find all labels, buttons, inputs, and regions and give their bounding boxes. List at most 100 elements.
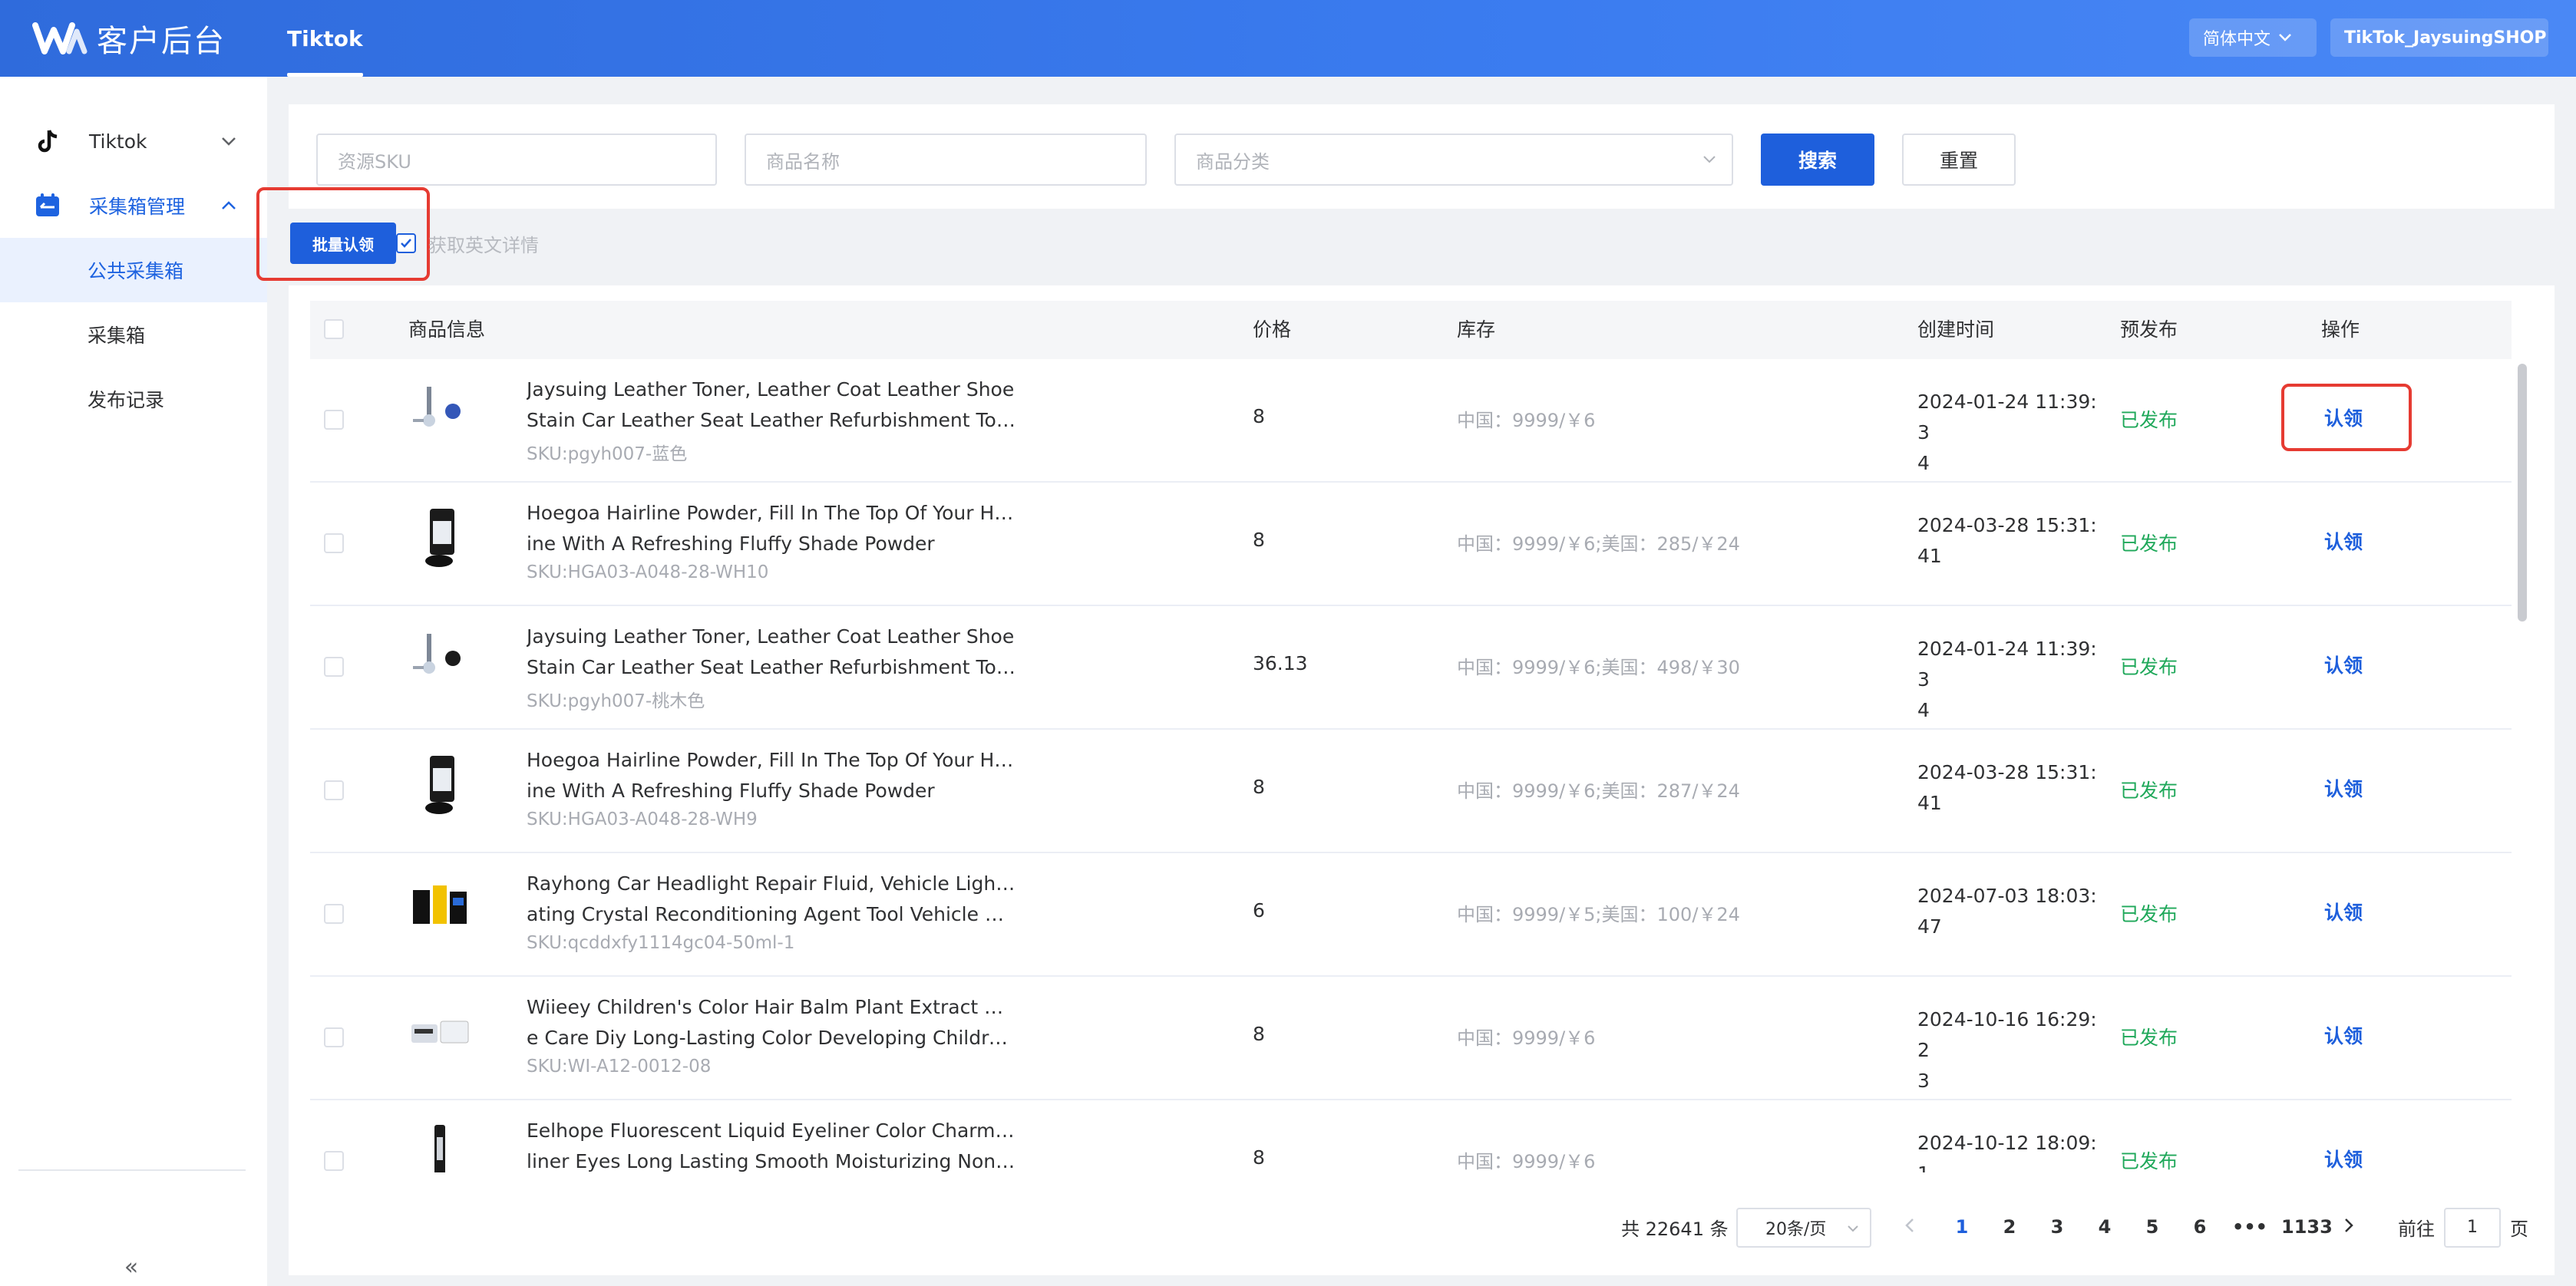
column-header-product: 商品信息 <box>408 318 486 341</box>
goto-label: 前往 <box>2398 1218 2435 1240</box>
pagination-total: 共 22641 条 <box>1621 1218 1729 1240</box>
sidebar-item-label: 采集箱管理 <box>89 196 186 218</box>
page-size-select[interactable]: 20条/页 <box>1736 1208 1871 1248</box>
category-select[interactable]: 商品分类 <box>1174 134 1733 186</box>
status-badge: 已发布 <box>2120 533 2178 555</box>
product-name-line: Rayhong Car Headlight Repair Fluid, Vehi… <box>527 872 1018 895</box>
claim-button[interactable]: 认领 <box>2324 651 2363 678</box>
product-name-line: ine With A Refreshing Fluffy Shade Powde… <box>527 533 935 555</box>
product-name[interactable]: Wiieey Children's Color Hair Balm Plant … <box>527 992 1018 1054</box>
status-badge: 已发布 <box>2120 409 2178 431</box>
page-unit-label: 页 <box>2510 1218 2528 1240</box>
claim-button[interactable]: 认领 <box>2324 774 2363 802</box>
chevron-left-icon <box>1905 1218 1914 1232</box>
page-1[interactable]: 1 <box>1947 1211 1977 1243</box>
product-sku: SKU:pgyh007-桃木色 <box>527 691 705 711</box>
product-stock: 中国：9999/￥6;美国：287/￥24 <box>1457 780 1740 802</box>
claim-button[interactable]: 认领 <box>2324 1021 2363 1049</box>
product-name[interactable]: Jaysuing Leather Toner, Leather Coat Lea… <box>527 374 1018 436</box>
row-checkbox[interactable] <box>324 904 344 924</box>
table-row: Hoegoa Hairline Powder, Fill In The Top … <box>310 483 2512 606</box>
product-name-line: ating Crystal Reconditioning Agent Tool … <box>527 903 1018 925</box>
app-logo[interactable]: 客户后台 <box>32 17 226 60</box>
reset-button[interactable]: 重置 <box>1902 134 2016 186</box>
language-select[interactable]: 简体中文 <box>2189 18 2317 57</box>
english-detail-checkbox[interactable] <box>396 233 416 253</box>
row-checkbox[interactable] <box>324 657 344 677</box>
column-header-prepublish: 预发布 <box>2120 318 2178 341</box>
column-header-actions: 操作 <box>2321 318 2360 341</box>
product-price: 8 <box>1253 529 1265 551</box>
table-row: Jaysuing Leather Toner, Leather Coat Lea… <box>310 606 2512 730</box>
table-row: Rayhong Car Headlight Repair Fluid, Vehi… <box>310 853 2512 977</box>
chevron-right-icon <box>2345 1218 2353 1232</box>
pagination-ellipsis[interactable]: ••• <box>2232 1211 2267 1243</box>
page-last[interactable]: 1133 <box>2281 1211 2333 1243</box>
sidebar-item-tiktok[interactable]: Tiktok <box>0 109 267 173</box>
product-name[interactable]: Hoegoa Hairline Powder, Fill In The Top … <box>527 498 1018 559</box>
created-time: 2024-03-28 15:31: 41 <box>1917 757 2102 819</box>
claim-button[interactable]: 认领 <box>2324 898 2363 925</box>
prev-page-button[interactable] <box>1894 1211 1925 1243</box>
product-name[interactable]: Eelhope Fluorescent Liquid Eyeliner Colo… <box>527 1116 1018 1172</box>
product-name[interactable]: Jaysuing Leather Toner, Leather Coat Lea… <box>527 622 1018 683</box>
created-time-line: 4 <box>1917 452 1930 474</box>
collapse-sidebar-button[interactable]: « <box>120 1256 143 1281</box>
page-3[interactable]: 3 <box>2042 1211 2072 1243</box>
product-price: 8 <box>1253 405 1265 427</box>
chevron-up-icon <box>222 201 236 209</box>
product-price: 8 <box>1253 1146 1265 1169</box>
product-sku: SKU:qcddxfy1114gc04-50ml-1 <box>527 933 795 953</box>
product-price: 8 <box>1253 776 1265 798</box>
sidebar-item-publish-records[interactable]: 发布记录 <box>0 367 267 431</box>
product-stock: 中国：9999/￥6 <box>1457 1151 1596 1172</box>
product-price: 36.13 <box>1253 652 1308 674</box>
search-button[interactable]: 搜索 <box>1761 134 1874 186</box>
page-4[interactable]: 4 <box>2089 1211 2120 1243</box>
sidebar-item-collect-manage[interactable]: 采集箱管理 <box>0 173 267 238</box>
logo-icon <box>32 22 88 54</box>
shop-select[interactable]: TikTok_JaysuingSHOP <box>2330 18 2548 57</box>
row-checkbox[interactable] <box>324 533 344 553</box>
product-name-line: Jaysuing Leather Toner, Leather Coat Lea… <box>527 378 1015 401</box>
batch-claim-button[interactable]: 批量认领 <box>290 223 396 264</box>
sku-input[interactable]: 资源SKU <box>316 134 717 186</box>
row-checkbox[interactable] <box>324 1151 344 1171</box>
product-sku: SKU:HGA03-A048-28-WH10 <box>527 562 769 582</box>
created-time-line: 2024-01-24 11:39:3 <box>1917 638 2097 691</box>
product-name-input[interactable]: 商品名称 <box>745 134 1147 186</box>
product-sku: SKU:HGA03-A048-28-WH9 <box>527 810 758 829</box>
sidebar-item-collect-box[interactable]: 采集箱 <box>0 302 267 367</box>
tiktok-icon <box>38 130 58 153</box>
page-5[interactable]: 5 <box>2137 1211 2168 1243</box>
sidebar-item-public-collect-box[interactable]: 公共采集箱 <box>0 238 267 302</box>
created-time-line: 41 <box>1917 545 1942 567</box>
table-header: 商品信息 价格 库存 创建时间 预发布 操作 <box>310 301 2512 359</box>
created-time: 2024-10-12 18:09:1 <box>1917 1128 2102 1172</box>
product-name[interactable]: Rayhong Car Headlight Repair Fluid, Vehi… <box>527 869 1018 930</box>
highlight-box-claim <box>2281 384 2412 451</box>
select-all-checkbox[interactable] <box>324 319 344 339</box>
row-checkbox[interactable] <box>324 780 344 800</box>
product-name[interactable]: Hoegoa Hairline Powder, Fill In The Top … <box>527 745 1018 806</box>
row-checkbox[interactable] <box>324 410 344 430</box>
product-sku: SKU:pgyh007-蓝色 <box>527 444 688 464</box>
status-badge: 已发布 <box>2120 1150 2178 1172</box>
scrollbar-thumb[interactable] <box>2518 364 2527 622</box>
status-badge: 已发布 <box>2120 1027 2178 1049</box>
goto-page-input[interactable]: 1 <box>2444 1208 2501 1248</box>
claim-button[interactable]: 认领 <box>2324 527 2363 555</box>
next-page-button[interactable] <box>2333 1211 2364 1243</box>
page-6[interactable]: 6 <box>2185 1211 2215 1243</box>
product-name-line: Hoegoa Hairline Powder, Fill In The Top … <box>527 749 1018 771</box>
product-name-line: e Care Diy Long-Lasting Color Developing… <box>527 1027 1018 1049</box>
product-stock: 中国：9999/￥6 <box>1457 410 1596 431</box>
product-name-line: Jaysuing Leather Toner, Leather Coat Lea… <box>527 625 1015 648</box>
created-time-line: 41 <box>1917 792 1942 814</box>
row-checkbox[interactable] <box>324 1027 344 1047</box>
claim-button[interactable]: 认领 <box>2324 1145 2363 1172</box>
page-2[interactable]: 2 <box>1994 1211 2025 1243</box>
shop-value: TikTok_JaysuingSHOP <box>2344 28 2547 48</box>
created-time-line: 2024-07-03 18:03: <box>1917 885 2097 907</box>
tab-tiktok[interactable]: Tiktok <box>287 0 363 77</box>
